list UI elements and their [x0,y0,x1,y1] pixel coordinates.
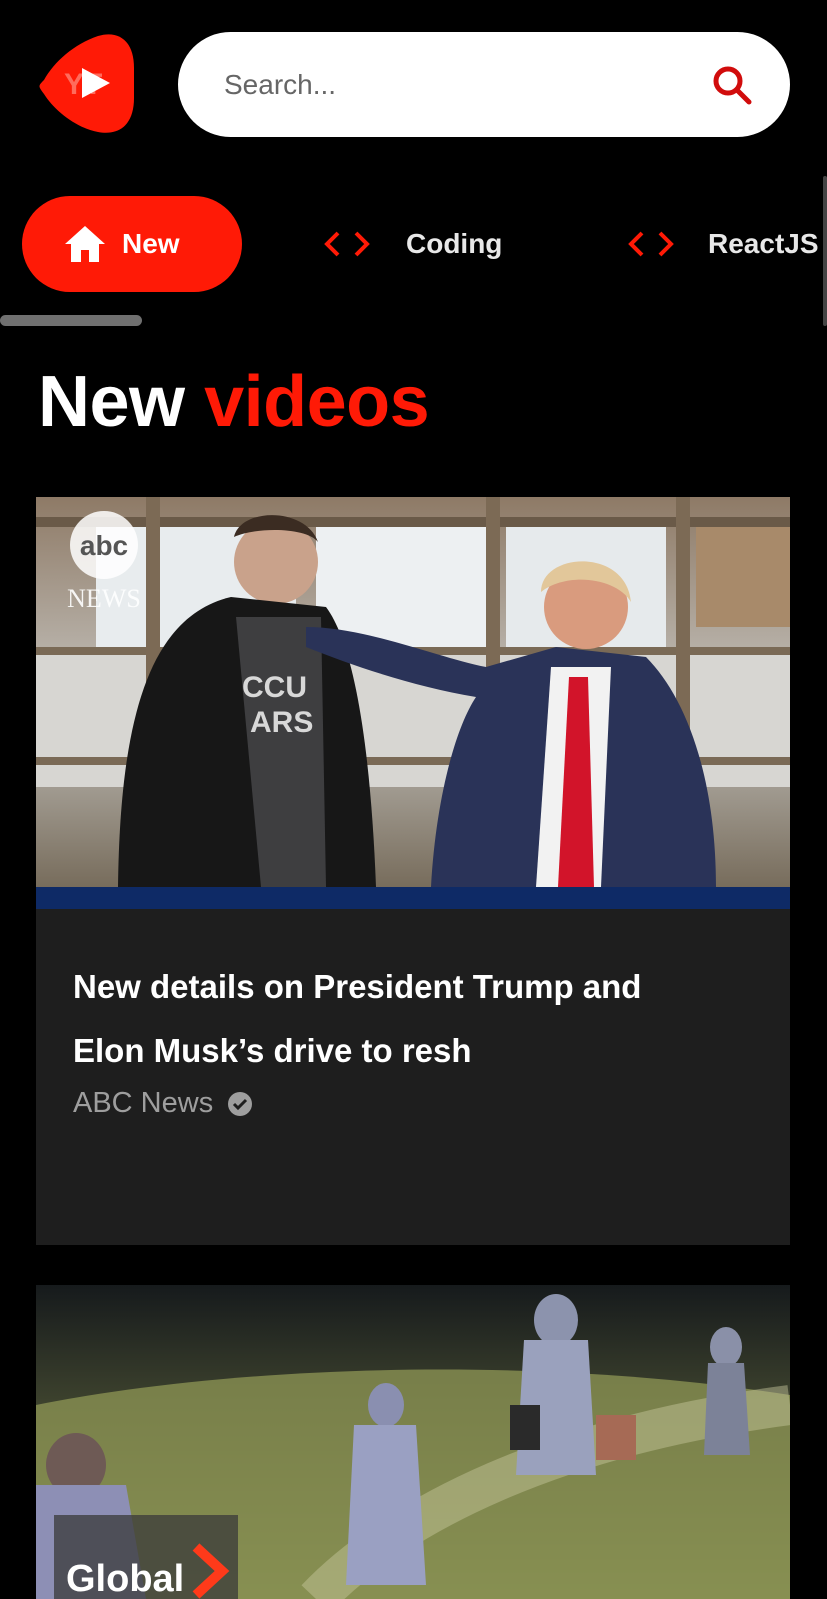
code-icon [324,229,370,259]
video-card[interactable]: Global [36,1285,790,1599]
video-thumbnail[interactable]: Global [36,1285,790,1599]
video-info: New details on President Trump and Elon … [36,909,790,1120]
channel-name[interactable]: ABC News [73,1087,213,1120]
category-bar: New Coding ReactJS [0,196,827,296]
video-title-line: Elon Musk’s drive to resh [73,1032,472,1069]
title-word-videos: videos [204,362,430,442]
svg-text:Global: Global [66,1558,184,1599]
page-scrollbar[interactable] [823,176,827,326]
category-label: New [122,228,180,259]
video-title-line: New details on President Trump and [73,968,642,1005]
youtube-logo-icon[interactable]: YT [36,32,136,134]
channel-row: ABC News [73,1087,754,1120]
svg-text:ARS: ARS [250,706,313,739]
category-label: Coding [406,228,503,259]
video-card[interactable]: CCU ARS abc NEWS New details on Presiden… [36,497,790,1245]
category-item-new[interactable]: New [22,196,242,292]
svg-text:CCU: CCU [242,671,307,704]
video-thumbnail[interactable]: CCU ARS abc NEWS [36,497,790,909]
video-title[interactable]: New details on President Trump and Elon … [73,955,754,1083]
svg-text:abc: abc [80,530,128,561]
category-item-reactjs[interactable]: ReactJS [628,196,819,292]
search-icon[interactable] [710,63,754,107]
title-word-new: New [38,362,185,442]
svg-text:NEWS: NEWS [67,584,141,613]
category-scrollbar[interactable] [0,315,142,326]
page-title: New videos [38,366,430,438]
app-page: YT New [0,0,827,1599]
verified-check-icon [227,1091,253,1117]
search-bar [178,32,790,137]
home-icon [62,224,108,264]
search-input[interactable] [222,67,710,102]
category-item-coding[interactable]: Coding [324,196,502,292]
category-label: ReactJS [708,228,819,259]
code-icon [628,229,674,259]
